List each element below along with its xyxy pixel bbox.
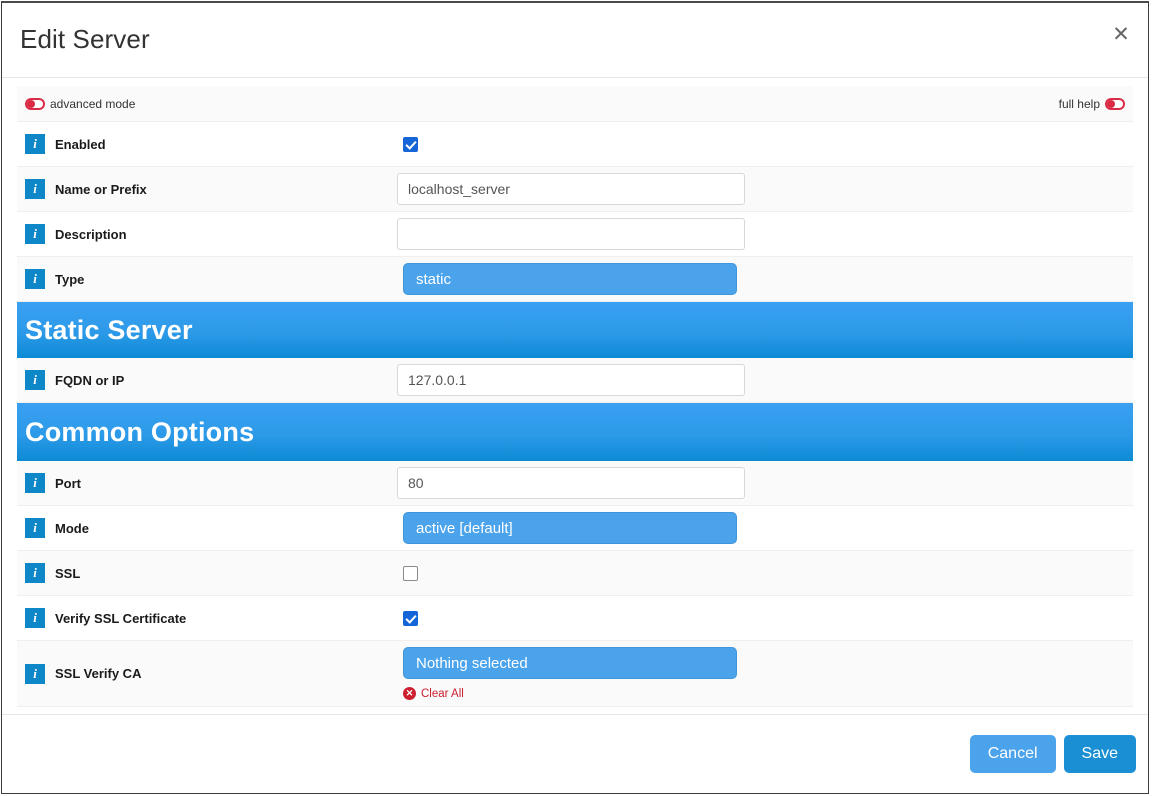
row-label: i FQDN or IP xyxy=(17,370,397,390)
toggle-switch-icon xyxy=(1105,98,1125,110)
row-field xyxy=(397,131,1133,158)
row-field: active [default] xyxy=(397,506,1133,550)
dialog-header: Edit Server ✕ xyxy=(2,3,1148,78)
advanced-mode-toggle[interactable]: advanced mode xyxy=(25,86,135,122)
form-row-description: i Description xyxy=(17,212,1133,257)
info-icon[interactable]: i xyxy=(25,179,45,199)
row-field xyxy=(397,461,1133,505)
full-help-toggle[interactable]: full help xyxy=(1059,86,1125,122)
info-icon[interactable]: i xyxy=(25,269,45,289)
field-label: SSL Verify CA xyxy=(55,666,142,681)
info-icon[interactable]: i xyxy=(25,370,45,390)
row-label: i Port xyxy=(17,473,397,493)
row-label: i Verify SSL Certificate xyxy=(17,608,397,628)
row-field: static xyxy=(397,257,1133,301)
static-server-section: i FQDN or IP xyxy=(17,358,1133,403)
row-label: i SSL Verify CA xyxy=(17,663,397,684)
info-icon[interactable]: i xyxy=(25,134,45,154)
form-row-enabled: i Enabled xyxy=(17,122,1133,167)
row-label: i SSL xyxy=(17,563,397,583)
row-field xyxy=(397,358,1133,402)
info-icon[interactable]: i xyxy=(25,224,45,244)
field-label: Description xyxy=(55,226,127,242)
form-row-ssl: i SSL xyxy=(17,551,1133,596)
row-field xyxy=(397,212,1133,256)
toggle-switch-icon xyxy=(25,98,45,110)
form-row-name-or-prefix: i Name or Prefix xyxy=(17,167,1133,212)
type-select[interactable]: static xyxy=(403,263,737,295)
row-label: i Mode xyxy=(17,518,397,538)
info-icon[interactable]: i xyxy=(25,563,45,583)
section-title: Common Options xyxy=(25,416,255,447)
info-icon[interactable]: i xyxy=(25,663,45,684)
cancel-button[interactable]: Cancel xyxy=(969,735,1056,773)
form-row-ssl-verify-ca: i SSL Verify CA Nothing selected ✕ Clear… xyxy=(17,641,1133,707)
row-label: i Enabled xyxy=(17,134,397,154)
form-row-fqdn-or-ip: i FQDN or IP xyxy=(17,358,1133,403)
form-row-type: i Type static xyxy=(17,257,1133,302)
clear-all-button[interactable]: ✕ Clear All xyxy=(403,687,464,700)
mode-bar: advanced mode full help xyxy=(17,86,1133,122)
field-label: Port xyxy=(55,475,81,491)
save-button[interactable]: Save xyxy=(1063,735,1136,773)
form-row-mode: i Mode active [default] xyxy=(17,506,1133,551)
full-help-label: full help xyxy=(1058,97,1100,111)
mode-select[interactable]: active [default] xyxy=(403,512,737,544)
enabled-checkbox[interactable] xyxy=(403,136,418,152)
description-input[interactable] xyxy=(397,218,745,250)
ssl-checkbox[interactable] xyxy=(403,565,418,581)
close-circle-icon: ✕ xyxy=(403,687,416,700)
close-icon[interactable]: ✕ xyxy=(1106,19,1136,49)
section-header-static-server: Static Server xyxy=(17,302,1133,358)
field-label: Mode xyxy=(55,520,89,536)
field-label: SSL xyxy=(55,565,81,581)
section-title: Static Server xyxy=(25,314,193,345)
screen: Edit Server ✕ advanced mode full help i … xyxy=(0,0,1152,796)
field-label: Enabled xyxy=(55,136,106,152)
field-label: FQDN or IP xyxy=(55,372,125,388)
clear-all-label: Clear All xyxy=(421,687,464,700)
row-field: Nothing selected ✕ Clear All xyxy=(397,641,1133,706)
row-field xyxy=(397,167,1133,211)
dialog-footer: Cancel Save xyxy=(2,714,1148,793)
row-label: i Description xyxy=(17,224,397,244)
fqdn-or-ip-input[interactable] xyxy=(397,364,745,396)
row-label: i Name or Prefix xyxy=(17,179,397,199)
dialog-body: advanced mode full help i Enabled i Name… xyxy=(2,78,1148,714)
verify-ssl-certificate-checkbox[interactable] xyxy=(403,610,418,626)
info-icon[interactable]: i xyxy=(25,473,45,493)
info-icon[interactable]: i xyxy=(25,518,45,538)
form-row-verify-ssl-certificate: i Verify SSL Certificate xyxy=(17,596,1133,641)
name-or-prefix-input[interactable] xyxy=(397,173,745,205)
row-field xyxy=(397,605,1133,632)
edit-server-dialog: Edit Server ✕ advanced mode full help i … xyxy=(1,1,1149,794)
port-input[interactable] xyxy=(397,467,745,499)
row-label: i Type xyxy=(17,269,397,289)
field-label: Verify SSL Certificate xyxy=(55,610,187,626)
info-icon[interactable]: i xyxy=(25,608,45,628)
field-label: Name or Prefix xyxy=(55,181,147,197)
section-header-common-options: Common Options xyxy=(17,403,1133,461)
field-label: Type xyxy=(55,271,85,287)
common-options-section: i Port i Mode active [default] xyxy=(17,461,1133,707)
row-field xyxy=(397,560,1133,587)
ssl-verify-ca-select[interactable]: Nothing selected xyxy=(403,647,737,679)
advanced-mode-label: advanced mode xyxy=(50,97,136,111)
form-row-port: i Port xyxy=(17,461,1133,506)
dialog-title: Edit Server xyxy=(20,24,150,54)
general-section: i Enabled i Name or Prefix localhost_ser… xyxy=(17,122,1133,302)
